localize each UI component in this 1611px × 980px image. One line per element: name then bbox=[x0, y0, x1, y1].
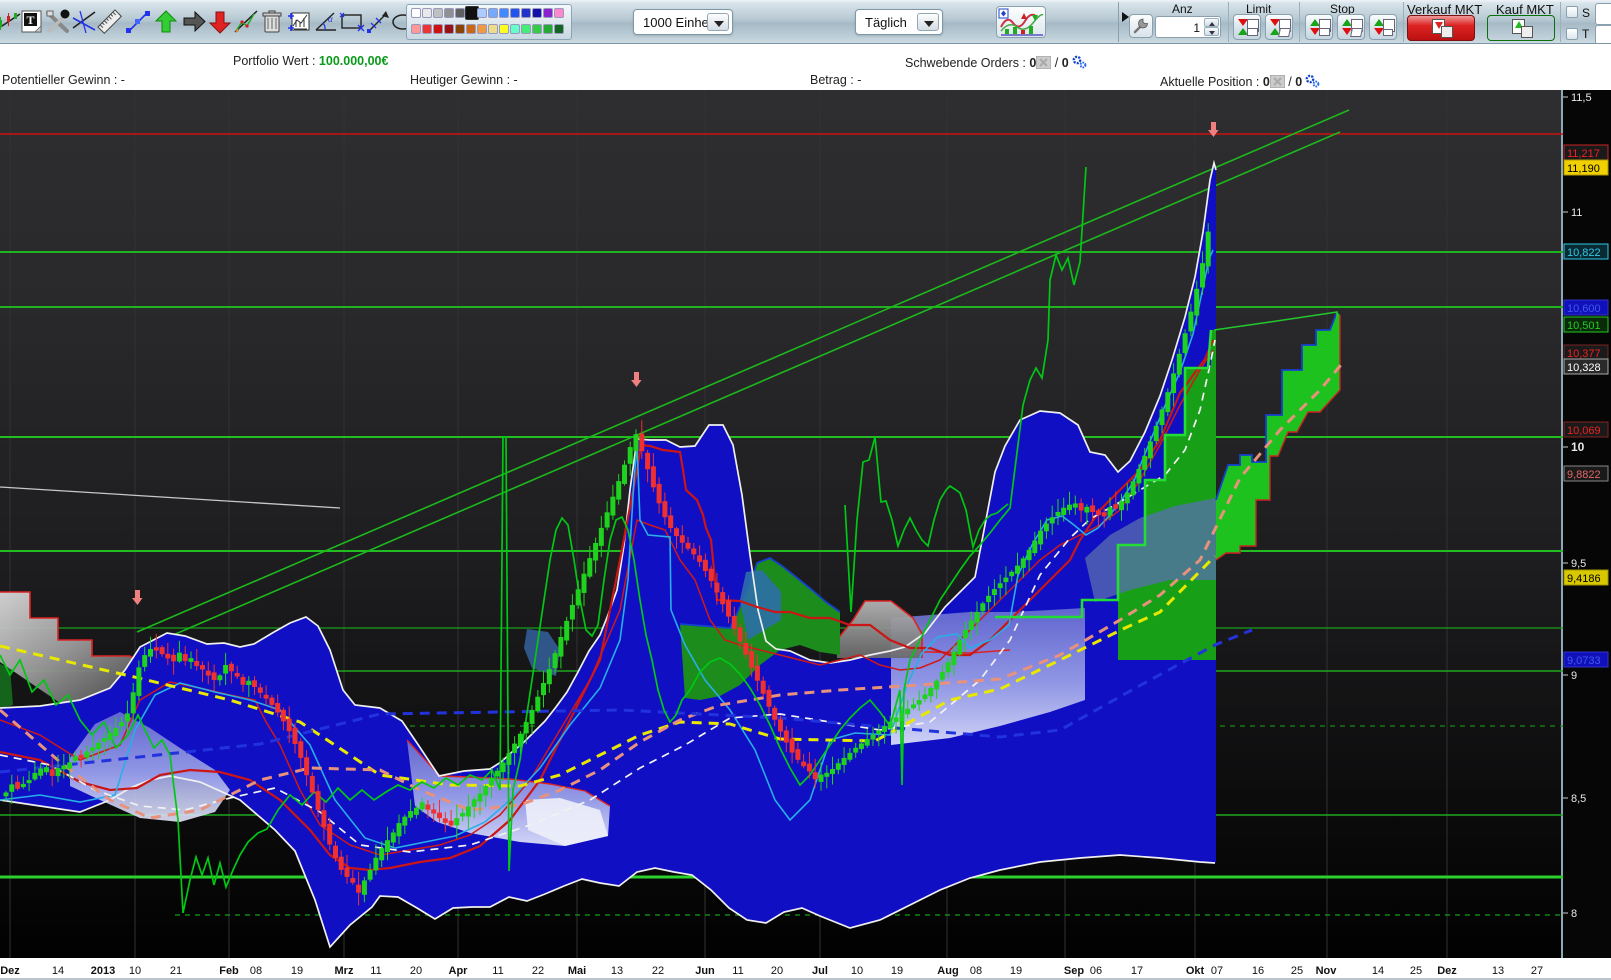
svg-text:10,822: 10,822 bbox=[1567, 247, 1601, 259]
svg-text:25: 25 bbox=[1410, 965, 1422, 977]
svg-text:19: 19 bbox=[291, 965, 303, 977]
svg-text:13: 13 bbox=[611, 965, 623, 977]
svg-text:8: 8 bbox=[1571, 908, 1577, 920]
svg-text:22: 22 bbox=[652, 965, 664, 977]
svg-text:08: 08 bbox=[970, 965, 982, 977]
svg-text:14: 14 bbox=[52, 965, 64, 977]
svg-text:17: 17 bbox=[1131, 965, 1143, 977]
svg-text:9,8822: 9,8822 bbox=[1567, 469, 1601, 481]
svg-text:10,600: 10,600 bbox=[1567, 303, 1601, 315]
svg-text:13: 13 bbox=[1492, 965, 1504, 977]
svg-text:11: 11 bbox=[370, 965, 381, 977]
svg-text:8,5: 8,5 bbox=[1571, 793, 1586, 805]
svg-text:10,377: 10,377 bbox=[1567, 348, 1601, 360]
svg-text:11: 11 bbox=[1571, 207, 1582, 219]
svg-text:27: 27 bbox=[1531, 965, 1543, 977]
svg-text:T: T bbox=[26, 13, 34, 27]
svg-text:16: 16 bbox=[1252, 965, 1264, 977]
svg-text:2013: 2013 bbox=[91, 965, 115, 977]
svg-text:06: 06 bbox=[1090, 965, 1102, 977]
svg-text:Okt: Okt bbox=[1186, 965, 1205, 977]
svg-text:20: 20 bbox=[771, 965, 783, 977]
svg-text:07: 07 bbox=[1211, 965, 1223, 977]
svg-text:Apr: Apr bbox=[449, 965, 469, 977]
svg-text:19: 19 bbox=[1010, 965, 1022, 977]
svg-text:Aug: Aug bbox=[937, 965, 958, 977]
svg-text:11,217: 11,217 bbox=[1567, 148, 1600, 160]
svg-text:14: 14 bbox=[1372, 965, 1384, 977]
svg-text:19: 19 bbox=[891, 965, 903, 977]
svg-text:Feb: Feb bbox=[219, 965, 239, 977]
svg-text:Mrz: Mrz bbox=[335, 965, 354, 977]
svg-text:25: 25 bbox=[1291, 965, 1303, 977]
svg-text:Mai: Mai bbox=[568, 965, 586, 977]
svg-text:9,5: 9,5 bbox=[1571, 558, 1586, 570]
svg-text:9,0733: 9,0733 bbox=[1567, 655, 1601, 667]
svg-text:22: 22 bbox=[532, 965, 544, 977]
svg-text:Jul: Jul bbox=[812, 965, 828, 977]
svg-text:10: 10 bbox=[1571, 440, 1585, 454]
svg-text:α: α bbox=[328, 14, 333, 24]
svg-text:10: 10 bbox=[129, 965, 141, 977]
svg-text:11: 11 bbox=[492, 965, 503, 977]
svg-text:Jun: Jun bbox=[695, 965, 715, 977]
svg-text:11: 11 bbox=[732, 965, 743, 977]
svg-text:Nov: Nov bbox=[1316, 965, 1338, 977]
svg-text:9: 9 bbox=[1571, 670, 1577, 682]
svg-text:Dez: Dez bbox=[1437, 965, 1457, 977]
svg-text:Dez: Dez bbox=[0, 965, 20, 977]
svg-text:10,501: 10,501 bbox=[1567, 320, 1601, 332]
svg-text:10,328: 10,328 bbox=[1567, 362, 1601, 374]
svg-text:9,4186: 9,4186 bbox=[1567, 573, 1601, 585]
svg-text:20: 20 bbox=[410, 965, 422, 977]
svg-text:08: 08 bbox=[250, 965, 262, 977]
svg-text:10: 10 bbox=[851, 965, 863, 977]
svg-text:11,5: 11,5 bbox=[1571, 92, 1592, 104]
svg-text:11,190: 11,190 bbox=[1567, 163, 1600, 175]
svg-text:Sep: Sep bbox=[1064, 965, 1084, 977]
svg-text:21: 21 bbox=[170, 965, 182, 977]
svg-text:10,069: 10,069 bbox=[1567, 425, 1601, 437]
